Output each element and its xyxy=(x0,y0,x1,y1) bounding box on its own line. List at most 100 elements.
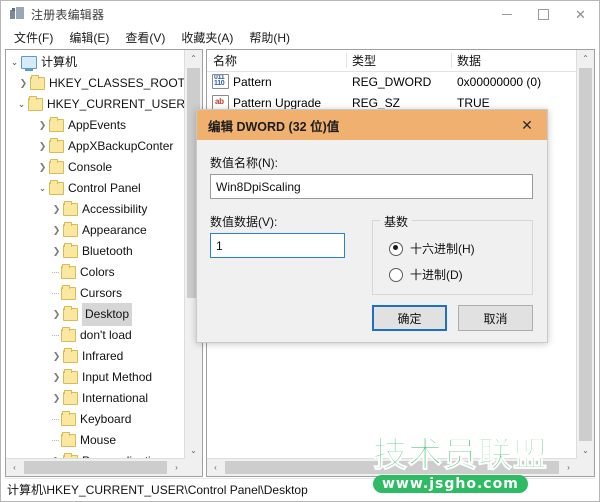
list-scroll-down-icon[interactable]: ⌄ xyxy=(577,442,594,459)
tree-item-mouse[interactable]: Mouse xyxy=(6,430,185,451)
chevron-right-icon[interactable]: ❯ xyxy=(50,367,63,388)
list-hscroll-thumb[interactable] xyxy=(225,461,559,474)
list-scroll-corner xyxy=(577,459,594,476)
tree-item-label: Console xyxy=(68,160,113,174)
tree-item-keyboard[interactable]: Keyboard xyxy=(6,409,185,430)
value-data-input[interactable]: 1 xyxy=(210,233,345,258)
tree-item-label: Control Panel xyxy=(68,181,141,195)
tree-item-infrared[interactable]: ❯ Infrared xyxy=(6,346,185,367)
registry-icon xyxy=(9,7,25,21)
tree-line xyxy=(50,262,61,283)
folder-icon xyxy=(63,306,78,321)
tree-item--[interactable]: ⌄ 计算机 xyxy=(6,52,185,73)
value-type: REG_DWORD xyxy=(352,74,432,89)
chevron-right-icon[interactable]: ❯ xyxy=(36,115,49,136)
chevron-right-icon[interactable]: ❯ xyxy=(50,388,63,409)
tree-item-hkey-current-user[interactable]: ⌄ HKEY_CURRENT_USER xyxy=(6,94,185,115)
tree-item-international[interactable]: ❯ International xyxy=(6,388,185,409)
folder-icon xyxy=(49,180,64,195)
radio-hexadecimal[interactable]: 十六进制(H) xyxy=(389,240,475,257)
tree-item-colors[interactable]: Colors xyxy=(6,262,185,283)
table-row[interactable]: 011 110 Pattern REG_DWORD 0x00000000 (0) xyxy=(207,71,577,92)
radio-decimal-label: 十进制(D) xyxy=(410,268,463,282)
folder-icon xyxy=(63,348,78,363)
chevron-right-icon[interactable]: ❯ xyxy=(50,304,63,325)
list-scroll-left-icon[interactable]: ‹ xyxy=(207,459,224,476)
minimize-button[interactable] xyxy=(488,1,525,27)
folder-icon xyxy=(63,243,78,258)
ok-button[interactable]: 确定 xyxy=(372,305,447,331)
column-header-type[interactable]: 类型 xyxy=(352,52,376,69)
value-data: TRUE xyxy=(457,95,490,110)
tree-item-label: AppEvents xyxy=(68,118,127,132)
tree-item-cursors[interactable]: Cursors xyxy=(6,283,185,304)
tree-scroll-down-icon[interactable]: ⌄ xyxy=(185,442,202,459)
column-header-name[interactable]: 名称 xyxy=(213,52,237,69)
chevron-right-icon[interactable]: ❯ xyxy=(50,199,63,220)
chevron-down-icon[interactable]: ⌄ xyxy=(8,52,21,73)
dialog-close-icon[interactable]: ✕ xyxy=(507,110,547,140)
tree-item-label: Colors xyxy=(80,265,115,279)
registry-tree[interactable]: ⌄ 计算机 ❯ HKEY_CLASSES_ROOT ⌄ HKEY_CURRENT_USER… xyxy=(6,50,185,459)
menu-view[interactable]: 查看(V) xyxy=(118,28,172,47)
menu-help[interactable]: 帮助(H) xyxy=(242,28,297,47)
maximize-button[interactable] xyxy=(525,1,562,27)
tree-item-label: Mouse xyxy=(80,433,117,447)
close-button[interactable]: ✕ xyxy=(562,1,599,27)
folder-icon xyxy=(61,285,76,300)
column-header-data[interactable]: 数据 xyxy=(457,52,481,69)
dword-value-icon: 011110 xyxy=(212,74,229,89)
list-scroll-right-icon[interactable]: › xyxy=(560,459,577,476)
radio-decimal[interactable]: 十进制(D) xyxy=(389,266,463,283)
tree-item-label: Input Method xyxy=(82,370,153,384)
chevron-right-icon[interactable]: ❯ xyxy=(36,136,49,157)
tree-item-desktop[interactable]: ❯ Desktop xyxy=(6,303,185,326)
cancel-button[interactable]: 取消 xyxy=(458,305,533,331)
tree-item-label: AppXBackupConter xyxy=(68,139,174,153)
tree-item-label: International xyxy=(82,391,149,405)
tree-item-bluetooth[interactable]: ❯ Bluetooth xyxy=(6,241,185,262)
tree-item-label: Appearance xyxy=(82,223,147,237)
tree-scroll-up-icon[interactable]: ⌃ xyxy=(185,50,202,67)
menu-edit[interactable]: 编辑(E) xyxy=(62,28,116,47)
tree-item-appearance[interactable]: ❯ Appearance xyxy=(6,220,185,241)
tree-hscroll-thumb[interactable] xyxy=(24,461,167,474)
list-scroll-up-icon[interactable]: ⌃ xyxy=(577,50,594,67)
tree-horizontal-scrollbar[interactable]: ‹ › xyxy=(6,458,185,476)
list-horizontal-scrollbar[interactable]: ‹ › xyxy=(207,458,577,476)
chevron-right-icon[interactable]: ❯ xyxy=(50,220,63,241)
value-data: 0x00000000 (0) xyxy=(457,74,542,89)
registry-tree-pane: ⌄ 计算机 ❯ HKEY_CLASSES_ROOT ⌄ HKEY_CURRENT_USER… xyxy=(5,49,203,477)
folder-icon xyxy=(29,75,45,90)
tree-item-appevents[interactable]: ❯ AppEvents xyxy=(6,115,185,136)
tree-item-don-t-load[interactable]: don't load xyxy=(6,325,185,346)
value-name: Pattern xyxy=(233,74,272,89)
tree-item-hkey-classes-root[interactable]: ❯ HKEY_CLASSES_ROOT xyxy=(6,73,185,94)
folder-icon xyxy=(61,327,76,342)
list-header: 名称 类型 数据 xyxy=(207,50,594,72)
menu-file[interactable]: 文件(F) xyxy=(7,28,60,47)
list-scroll-thumb[interactable] xyxy=(579,68,592,441)
tree-item-control-panel[interactable]: ⌄ Control Panel xyxy=(6,178,185,199)
tree-scroll-corner xyxy=(185,459,202,476)
chevron-down-icon[interactable]: ⌄ xyxy=(15,94,28,115)
chevron-right-icon[interactable]: ❯ xyxy=(17,73,30,94)
value-type: REG_SZ xyxy=(352,95,401,110)
chevron-right-icon[interactable]: ❯ xyxy=(50,241,63,262)
window-title: 注册表编辑器 xyxy=(31,7,105,22)
chevron-right-icon[interactable]: ❯ xyxy=(50,346,63,367)
tree-scroll-left-icon[interactable]: ‹ xyxy=(6,459,23,476)
tree-item-console[interactable]: ❯ Console xyxy=(6,157,185,178)
folder-icon xyxy=(61,432,76,447)
value-name-input[interactable]: Win8DpiScaling xyxy=(210,174,533,199)
menu-bar: 文件(F) 编辑(E) 查看(V) 收藏夹(A) 帮助(H) xyxy=(1,27,599,47)
chevron-right-icon[interactable]: ❯ xyxy=(36,157,49,178)
tree-item-accessibility[interactable]: ❯ Accessibility xyxy=(6,199,185,220)
chevron-down-icon[interactable]: ⌄ xyxy=(36,178,49,199)
tree-scroll-right-icon[interactable]: › xyxy=(168,459,185,476)
menu-favorites[interactable]: 收藏夹(A) xyxy=(174,28,240,47)
tree-item-input-method[interactable]: ❯ Input Method xyxy=(6,367,185,388)
tree-item-appxbackupconter[interactable]: ❯ AppXBackupConter xyxy=(6,136,185,157)
list-vertical-scrollbar[interactable]: ⌃ ⌄ xyxy=(576,50,594,459)
tree-item-label: Infrared xyxy=(82,349,124,363)
